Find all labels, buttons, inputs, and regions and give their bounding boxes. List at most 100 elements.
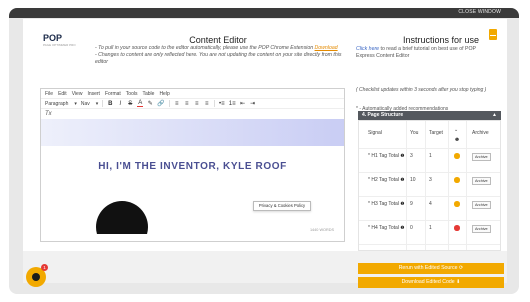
status-dot — [454, 201, 460, 207]
instructions-text: Click here to read a brief tutorial on b… — [356, 46, 494, 60]
bullet-list-button[interactable]: •≡ — [219, 101, 225, 107]
download-edited-code-button[interactable]: Download Edited Code ⬇ — [358, 277, 504, 288]
signal-label: * H3 Tag Total — [368, 201, 399, 207]
status-dot — [454, 153, 460, 159]
editor-menubar: File Edit View Insert Format Tools Table… — [41, 89, 344, 98]
menu-tools[interactable]: Tools — [126, 91, 138, 97]
table-row: * H3 Tag Total ❶ 9 4 Archive — [359, 197, 500, 221]
chevron-up-icon: ▲ — [492, 112, 497, 118]
text-color-button[interactable]: A — [137, 100, 144, 107]
italic-button[interactable]: I — [117, 101, 123, 107]
status-dot — [454, 177, 460, 183]
menu-help[interactable]: Help — [159, 91, 169, 97]
editor-content-area[interactable]: HI, I'M THE INVENTOR, KYLE ROOF Privacy … — [41, 119, 344, 234]
font-select-value: Nav — [80, 100, 90, 107]
paragraph-select-value: Paragraph — [45, 100, 69, 107]
signal-h2: * H2 Tag Total ❶ — [368, 177, 408, 183]
header-archive: Archive — [472, 130, 489, 136]
info-line-1: - To pull in your source code to the edi… — [95, 45, 314, 51]
target-value: 4 — [429, 201, 432, 207]
clear-format-button[interactable]: Tx — [41, 109, 344, 118]
chevron-down-icon: ▾ — [74, 100, 77, 107]
menu-table[interactable]: Table — [142, 91, 154, 97]
checklist-note: ( Checklist updates within 3 seconds aft… — [356, 87, 487, 93]
menu-format[interactable]: Format — [105, 91, 121, 97]
section-title: 4. Page Structure — [362, 112, 404, 118]
content-editor-modal: POP PAGE OPTIMIZER PRO Content Editor - … — [23, 19, 507, 288]
header-target: Target — [429, 130, 443, 136]
hero-banner — [41, 119, 344, 146]
table-row: * H4 Tag Total ❶ 0 1 Archive — [359, 221, 500, 245]
font-select[interactable]: Nav ▾ — [81, 101, 98, 107]
strikethrough-button[interactable]: S — [127, 101, 133, 107]
target-value: 1 — [429, 225, 432, 231]
target-value: 1 — [429, 153, 432, 159]
you-value: 9 — [410, 201, 413, 207]
top-bar: CLOSE WINDOW — [9, 8, 519, 18]
align-center-button[interactable]: ≡ — [184, 101, 190, 107]
info-icon: ❶ — [400, 177, 405, 182]
paragraph-select[interactable]: Paragraph ▾ — [45, 101, 77, 107]
info-icon: ❶ — [400, 201, 405, 206]
info-icon: ❶ — [400, 225, 405, 230]
menu-edit[interactable]: Edit — [58, 91, 67, 97]
app-window: CLOSE WINDOW POP PAGE OPTIMIZER PRO Cont… — [9, 8, 519, 294]
menu-file[interactable]: File — [45, 91, 53, 97]
highlight-button[interactable]: ✎ — [147, 100, 153, 107]
you-value: 10 — [410, 177, 416, 183]
signal-label: * H1 Tag Total — [368, 153, 399, 159]
outdent-button[interactable]: ⇤ — [240, 100, 246, 107]
archive-button[interactable]: Archive — [472, 201, 491, 209]
toolbar-divider — [168, 100, 170, 107]
toolbar-divider — [102, 100, 104, 107]
table-row: * H1 Tag Total ❶ 3 1 Archive — [359, 149, 500, 173]
header-you: You — [410, 130, 419, 136]
chevron-down-icon[interactable]: ⌄ — [454, 127, 458, 133]
chat-icon — [32, 273, 40, 281]
link-button[interactable]: 🔗 — [157, 100, 164, 107]
target-value: 3 — [429, 177, 432, 183]
editor-toolbar: Paragraph ▾ Nav ▾ B I S A ✎ 🔗 ≡ ≡ ≡ ≡ •≡… — [41, 98, 344, 109]
align-justify-button[interactable]: ≡ — [204, 101, 210, 107]
download-extension-link[interactable]: Download — [315, 45, 338, 51]
click-here-link[interactable]: Click here — [356, 46, 379, 52]
numbered-list-button[interactable]: 1≡ — [229, 101, 236, 107]
indent-button[interactable]: ⇥ — [250, 100, 256, 107]
signal-label: * H2 Tag Total — [368, 177, 399, 183]
info-line-2: - Changes to content are only reflected … — [95, 52, 342, 65]
info-icon: ❶ — [400, 153, 405, 158]
close-window-button[interactable]: CLOSE WINDOW — [458, 9, 501, 15]
content-editor-title: Content Editor — [189, 35, 247, 45]
pop-logo-subtext: PAGE OPTIMIZER PRO — [43, 43, 76, 47]
menu-insert[interactable]: Insert — [87, 91, 100, 97]
editor-info: - To pull in your source code to the edi… — [95, 45, 345, 66]
page-structure-section-header[interactable]: 4. Page Structure ▲ — [358, 111, 501, 120]
signal-h1: * H1 Tag Total ❶ — [368, 153, 408, 159]
table-header-row: Signal You Target ⌄ ❶ Archive — [359, 121, 500, 149]
instructions-title: Instructions for use — [402, 35, 480, 45]
rich-text-editor: File Edit View Insert Format Tools Table… — [40, 88, 345, 242]
status-dot — [454, 225, 460, 231]
toolbar-divider — [213, 100, 215, 107]
signal-h4: * H4 Tag Total ❶ — [368, 225, 408, 231]
menu-view[interactable]: View — [72, 91, 83, 97]
hero-heading: HI, I'M THE INVENTOR, KYLE ROOF — [98, 161, 287, 172]
signal-label: * H4 Tag Total — [368, 225, 399, 231]
bold-button[interactable]: B — [107, 101, 113, 107]
notification-badge: 1 — [41, 264, 48, 271]
rerun-edited-source-button[interactable]: Rerun with Edited Source ⟳ — [358, 263, 504, 274]
signal-h3: * H3 Tag Total ❶ — [368, 201, 408, 207]
table-row: * H2 Tag Total ❶ 10 3 Archive — [359, 173, 500, 197]
archive-button[interactable]: Archive — [472, 177, 491, 185]
archive-button[interactable]: Archive — [472, 225, 491, 233]
archive-button[interactable]: Archive — [472, 153, 491, 161]
privacy-cookies-button[interactable]: Privacy & Cookies Policy — [253, 201, 311, 211]
align-left-button[interactable]: ≡ — [174, 101, 180, 107]
book-icon[interactable] — [489, 29, 497, 40]
you-value: 3 — [410, 153, 413, 159]
word-count: 1440 WORDS — [309, 228, 334, 232]
align-right-button[interactable]: ≡ — [194, 101, 200, 107]
you-value: 0 — [410, 225, 413, 231]
pop-logo: POP — [43, 33, 63, 43]
info-icon: ❶ — [455, 137, 460, 142]
